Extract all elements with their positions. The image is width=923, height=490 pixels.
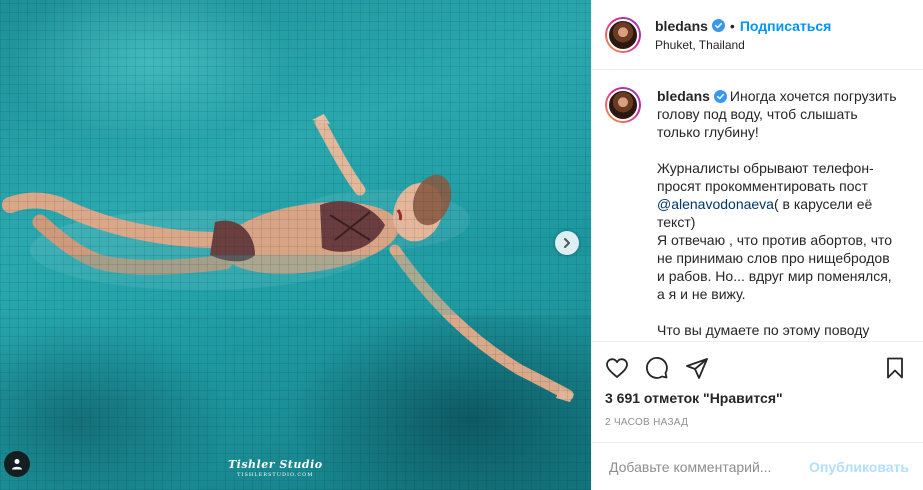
chevron-right-icon: [564, 238, 570, 248]
verified-badge-icon: [711, 19, 725, 32]
caption-line: просят прокомментировать пост: [657, 178, 868, 194]
post-photo[interactable]: Tishler Studio TISHLERSTUDIO.COM: [0, 0, 591, 490]
caption-line: а я и не вижу.: [657, 286, 746, 302]
likes-count[interactable]: 3 691 отметок "Нравится": [605, 390, 909, 406]
like-button[interactable]: [605, 355, 631, 381]
comment-button[interactable]: [645, 355, 671, 381]
avatar-image: [607, 89, 639, 121]
caption-line: только глубину!: [657, 124, 759, 140]
share-icon: [686, 358, 708, 379]
caption-line: Я отвечаю , что против абортов, что: [657, 232, 893, 248]
watermark-main: Tishler Studio: [228, 458, 323, 471]
caption-text: bledans Иногда хочется погрузить голову п…: [657, 87, 907, 339]
mention-link[interactable]: @alenavodonaeva: [657, 196, 774, 212]
caption-line: Что вы думаете по этому поводу: [657, 322, 870, 338]
publish-button[interactable]: Опубликовать: [809, 459, 909, 475]
action-icons: [605, 352, 909, 384]
caption: bledans Иногда хочется погрузить голову п…: [605, 87, 909, 339]
caption-line: Журналисты обрывают телефон-: [657, 160, 874, 176]
post-time[interactable]: 2 ЧАСОВ НАЗАД: [605, 417, 909, 428]
caption-text-rest: ( в карусели её: [773, 196, 873, 212]
verified-badge-icon: [713, 90, 727, 103]
separator-dot: •: [729, 17, 735, 34]
caption-username[interactable]: bledans: [657, 88, 710, 104]
heart-icon: [606, 358, 628, 378]
watermark-sub: TISHLERSTUDIO.COM: [237, 472, 314, 478]
caption-line: bledans Иногда хочется погрузить: [657, 87, 907, 105]
caption-line: текст): [657, 214, 696, 230]
instagram-post: Tishler Studio TISHLERSTUDIO.COM bledans…: [0, 0, 923, 490]
swimmer-illustration: [0, 114, 591, 402]
post-side-panel: bledans • Подписаться Phuket, Thailand b…: [591, 0, 923, 490]
post-actions: 3 691 отметок "Нравится" 2 ЧАСОВ НАЗАД: [592, 341, 923, 428]
comment-input[interactable]: [607, 457, 810, 476]
avatar[interactable]: [605, 87, 641, 123]
share-button[interactable]: [685, 355, 711, 381]
post-header: bledans • Подписаться Phuket, Thailand: [592, 0, 923, 70]
avatar-image: [607, 18, 639, 51]
bookmark-icon: [887, 357, 903, 379]
comment-form: Опубликовать: [592, 442, 923, 490]
photo-watermark: Tishler Studio TISHLERSTUDIO.COM: [228, 458, 323, 478]
next-slide-button[interactable]: [555, 231, 579, 255]
location-link[interactable]: Phuket, Thailand: [655, 38, 831, 52]
header-row: bledans • Подписаться: [655, 18, 831, 34]
header-text: bledans • Подписаться Phuket, Thailand: [655, 18, 831, 52]
caption-line: не принимаю слов про нищебродов: [657, 250, 890, 266]
caption-line: и рабов. Но... вдруг мир поменялся,: [657, 268, 892, 284]
user-tag-button[interactable]: [4, 451, 30, 477]
user-tag-icon: [12, 459, 22, 470]
save-button[interactable]: [883, 355, 909, 381]
username-link[interactable]: bledans: [655, 18, 708, 34]
comments-area[interactable]: bledans Иногда хочется погрузить голову п…: [592, 71, 923, 341]
follow-button[interactable]: Подписаться: [740, 18, 832, 34]
caption-line: @alenavodonaeva( в карусели её: [657, 195, 907, 213]
caption-line: голову под воду, чтоб слышать: [657, 106, 858, 122]
avatar[interactable]: [605, 16, 641, 53]
caption-text-1: Иногда хочется погрузить: [729, 88, 897, 104]
comment-icon: [646, 357, 668, 379]
